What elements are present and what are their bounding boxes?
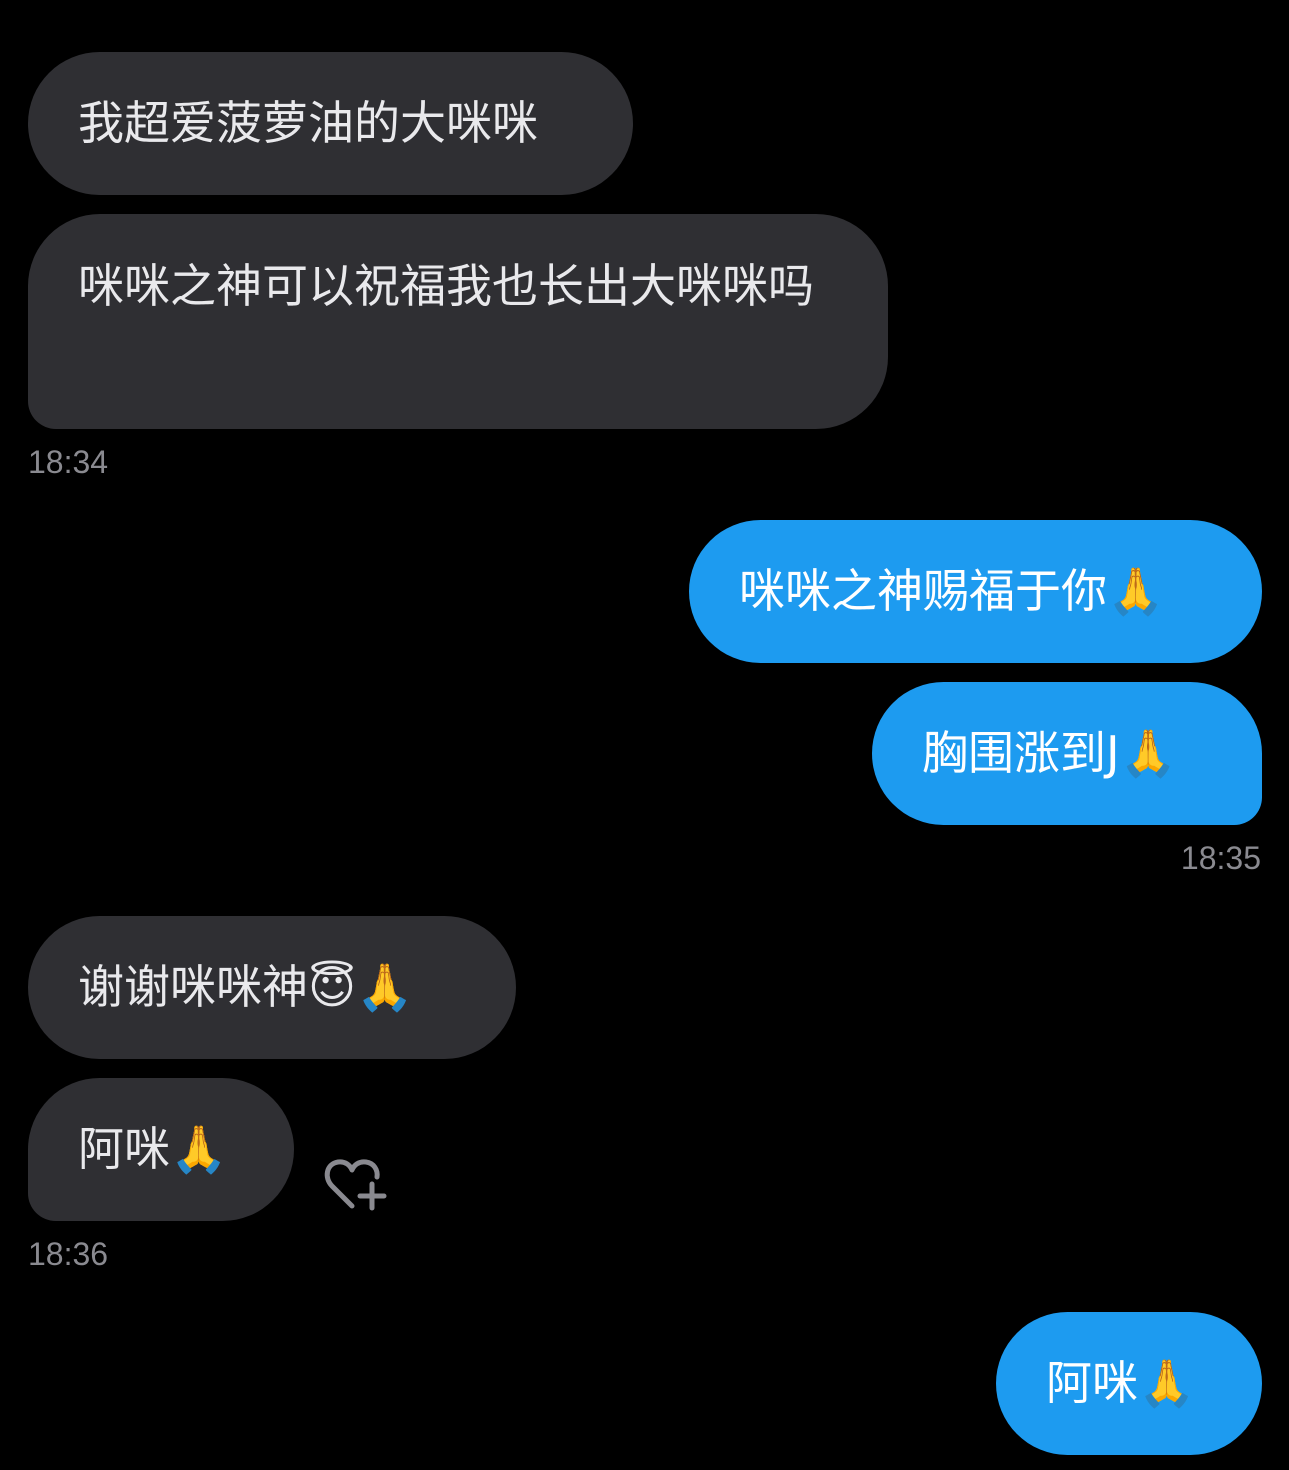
- incoming-message[interactable]: 我超爱菠萝油的大咪咪: [28, 52, 633, 195]
- outgoing-message[interactable]: 胸围涨到J🙏: [872, 682, 1262, 825]
- message-timestamp: 18:34: [28, 444, 109, 480]
- message-text: 阿咪🙏: [1046, 1356, 1196, 1410]
- message-text: 谢谢咪咪神😇🙏: [78, 960, 414, 1014]
- incoming-message[interactable]: 咪咪之神可以祝福我也长出大咪咪吗: [28, 214, 888, 429]
- outgoing-message[interactable]: 阿咪🙏: [996, 1312, 1262, 1455]
- message-text: 咪咪之神可以祝福我也长出大咪咪吗: [78, 259, 814, 313]
- message-text: 胸围涨到J🙏: [922, 726, 1177, 780]
- message-timestamp: 18:35: [1180, 840, 1261, 876]
- message-timestamp: 18:36: [28, 1236, 109, 1272]
- message-text: 咪咪之神赐福于你🙏: [739, 564, 1165, 618]
- heart-plus-icon[interactable]: [322, 1156, 388, 1216]
- message-text: 我超爱菠萝油的大咪咪: [78, 96, 538, 150]
- incoming-message[interactable]: 谢谢咪咪神😇🙏: [28, 916, 516, 1059]
- incoming-message[interactable]: 阿咪🙏: [28, 1078, 294, 1221]
- outgoing-message[interactable]: 咪咪之神赐福于你🙏: [689, 520, 1262, 663]
- message-text: 阿咪🙏: [78, 1122, 228, 1176]
